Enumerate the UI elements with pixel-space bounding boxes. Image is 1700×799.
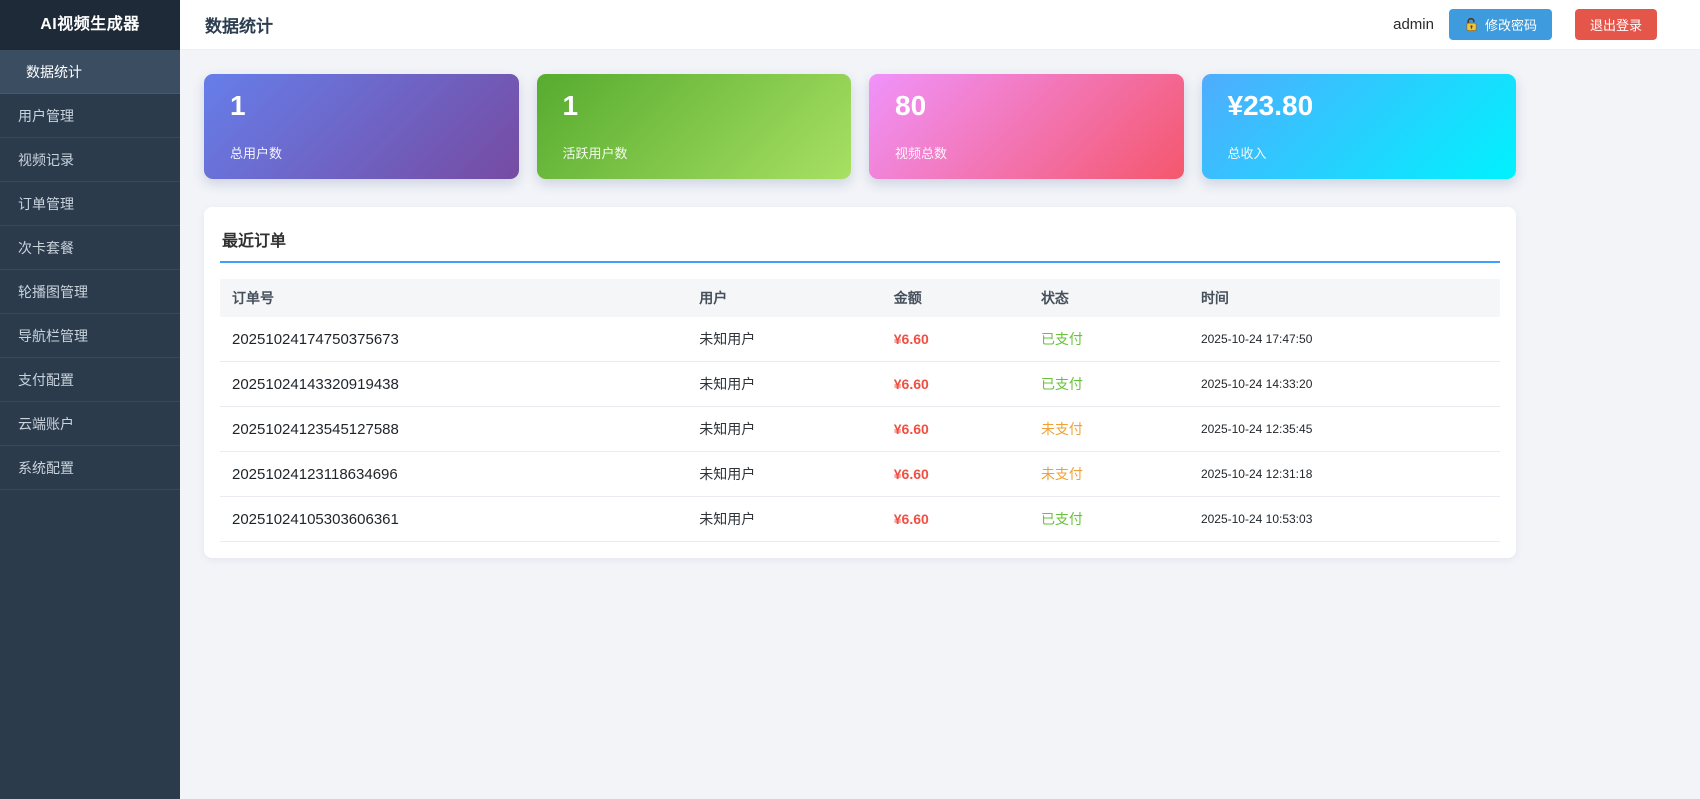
amount-cell: ¥6.60 [882,497,1029,542]
stat-value: ¥23.80 [1228,91,1491,122]
amount-cell: ¥6.60 [882,317,1029,362]
stat-label: 视频总数 [895,143,1158,162]
time-cell: 2025-10-24 12:31:18 [1189,452,1500,497]
table-row: 20251024105303606361 未知用户 ¥6.60 已支付 2025… [220,497,1500,542]
table-row: 20251024123118634696 未知用户 ¥6.60 未支付 2025… [220,452,1500,497]
stat-cards-row: 1 总用户数 1 活跃用户数 80 视频总数 ¥23.80 总收入 [204,74,1516,179]
stat-label: 总用户数 [230,143,493,162]
status-badge: 已支付 [1029,497,1189,542]
sidebar-item-card-packages[interactable]: 次卡套餐 [0,226,180,270]
sidebar: AI视频生成器 数据统计 用户管理 视频记录 订单管理 次卡套餐 轮播图管理 导… [0,0,180,799]
user-cell: 未知用户 [687,407,882,452]
column-header-order-no: 订单号 [220,279,687,317]
time-cell: 2025-10-24 12:35:45 [1189,407,1500,452]
order-no-cell: 20251024143320919438 [220,362,687,407]
time-cell: 2025-10-24 17:47:50 [1189,317,1500,362]
app-logo: AI视频生成器 [0,0,180,50]
stat-card-total-videos: 80 视频总数 [869,74,1184,179]
stat-card-active-users: 1 活跃用户数 [537,74,852,179]
logout-button[interactable]: 退出登录 [1575,9,1657,40]
sidebar-item-navbar-management[interactable]: 导航栏管理 [0,314,180,358]
time-cell: 2025-10-24 10:53:03 [1189,497,1500,542]
column-header-time: 时间 [1189,279,1500,317]
sidebar-item-cloud-accounts[interactable]: 云端账户 [0,402,180,446]
orders-table-header-row: 订单号 用户 金额 状态 时间 [220,279,1500,317]
amount-cell: ¥6.60 [882,407,1029,452]
change-password-button[interactable]: 修改密码 [1449,9,1552,40]
sidebar-item-order-management[interactable]: 订单管理 [0,182,180,226]
order-no-cell: 20251024123545127588 [220,407,687,452]
app-layout: AI视频生成器 数据统计 用户管理 视频记录 订单管理 次卡套餐 轮播图管理 导… [0,0,1700,799]
orders-table: 订单号 用户 金额 状态 时间 20251024174750375673 未知用… [220,279,1500,542]
sidebar-nav: 数据统计 用户管理 视频记录 订单管理 次卡套餐 轮播图管理 导航栏管理 支付配… [0,50,180,490]
dashboard-content: 1 总用户数 1 活跃用户数 80 视频总数 ¥23.80 总收入 最近订 [180,50,1516,558]
lock-icon [1464,17,1479,32]
top-header: 数据统计 admin 修改密码 退出登录 [180,0,1700,50]
order-no-cell: 20251024105303606361 [220,497,687,542]
time-cell: 2025-10-24 14:33:20 [1189,362,1500,407]
table-row: 20251024143320919438 未知用户 ¥6.60 已支付 2025… [220,362,1500,407]
user-cell: 未知用户 [687,362,882,407]
stat-value: 1 [563,91,826,122]
stat-value: 1 [230,91,493,122]
column-header-amount: 金额 [882,279,1029,317]
column-header-status: 状态 [1029,279,1189,317]
sidebar-item-payment-config[interactable]: 支付配置 [0,358,180,402]
sidebar-item-system-config[interactable]: 系统配置 [0,446,180,490]
order-no-cell: 20251024123118634696 [220,452,687,497]
column-header-user: 用户 [687,279,882,317]
status-badge: 已支付 [1029,362,1189,407]
logout-label: 退出登录 [1590,15,1642,34]
table-row: 20251024123545127588 未知用户 ¥6.60 未支付 2025… [220,407,1500,452]
stat-value: 80 [895,91,1158,122]
stat-label: 活跃用户数 [563,143,826,162]
stat-card-total-users: 1 总用户数 [204,74,519,179]
sidebar-item-user-management[interactable]: 用户管理 [0,94,180,138]
amount-cell: ¥6.60 [882,452,1029,497]
username-label: admin [1393,16,1434,33]
sidebar-item-data-stats[interactable]: 数据统计 [0,50,180,94]
page-title: 数据统计 [205,12,273,37]
stat-label: 总收入 [1228,143,1491,162]
recent-orders-title: 最近订单 [220,223,1500,263]
user-cell: 未知用户 [687,497,882,542]
status-badge: 已支付 [1029,317,1189,362]
main-area: 数据统计 admin 修改密码 退出登录 [180,0,1700,799]
status-badge: 未支付 [1029,407,1189,452]
status-badge: 未支付 [1029,452,1189,497]
stat-card-total-revenue: ¥23.80 总收入 [1202,74,1517,179]
header-actions: admin 修改密码 退出登录 [1393,9,1657,40]
sidebar-item-video-records[interactable]: 视频记录 [0,138,180,182]
amount-cell: ¥6.60 [882,362,1029,407]
sidebar-item-carousel-management[interactable]: 轮播图管理 [0,270,180,314]
recent-orders-card: 最近订单 订单号 用户 金额 状态 时间 [204,207,1516,558]
table-row: 20251024174750375673 未知用户 ¥6.60 已支付 2025… [220,317,1500,362]
user-cell: 未知用户 [687,317,882,362]
user-cell: 未知用户 [687,452,882,497]
change-password-label: 修改密码 [1485,15,1537,34]
order-no-cell: 20251024174750375673 [220,317,687,362]
